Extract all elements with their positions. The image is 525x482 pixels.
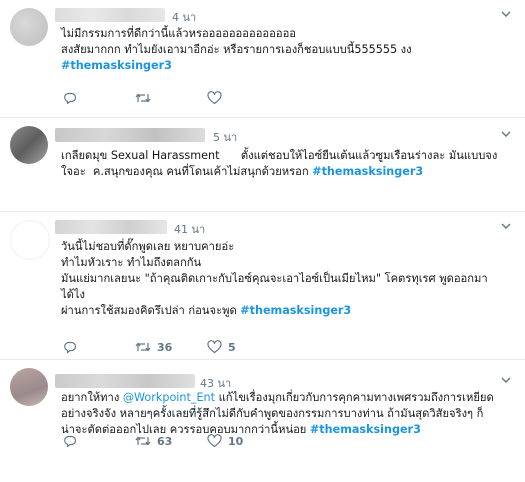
tweet-text-line: เกลียดมุข Sexual Harassment ตั้งแต่ชอบให… bbox=[61, 148, 516, 164]
reply-icon bbox=[63, 434, 77, 448]
tweet-text-line: #themasksinger3 bbox=[61, 58, 516, 74]
author-name-redacted[interactable] bbox=[55, 128, 205, 142]
tweet-text: ไม่มีกรรมการที่ดีกว่านี้แล้วหรออออออออออ… bbox=[61, 26, 516, 74]
reply-button[interactable] bbox=[63, 340, 83, 354]
tweet-timestamp[interactable]: 5 นา bbox=[213, 128, 237, 146]
reply-icon bbox=[63, 91, 77, 105]
tweet-text-segment: แก้ไขเรื่องมุกเกี่ยวกับการคุกคามทางเพศรว… bbox=[215, 391, 494, 404]
avatar[interactable] bbox=[10, 220, 50, 260]
retweet-button[interactable]: 36 bbox=[135, 340, 172, 354]
hashtag-link[interactable]: #themasksinger3 bbox=[61, 59, 172, 72]
author-name-redacted[interactable] bbox=[55, 8, 165, 22]
tweet-text-segment: มันแย่มากเลยนะ "ถ้าคุณติดเกาะกับไอซ์คุณจ… bbox=[61, 272, 488, 285]
tweet-feed: 4 นา ไม่มีกรรมการที่ดีกว่านี้แล้วหรอออออ… bbox=[0, 0, 525, 482]
avatar[interactable] bbox=[10, 8, 48, 46]
author-name-redacted[interactable] bbox=[55, 220, 167, 234]
tweet-2[interactable]: 41 นา วันนี้ไม่ชอบที่ดั๊กพูดเลย หยาบคายอ… bbox=[0, 212, 525, 360]
mention-link[interactable]: @Workpoint_Ent bbox=[123, 391, 215, 404]
tweet-text-line: ผ่านการใช้สมองคิดรึเปล่า ก่อนจะพูด #them… bbox=[61, 303, 516, 319]
tweet-text-segment: ใจอะ ค.สนุกของคุณ คนที่โดนเค้าไม่สนุกด้ว… bbox=[61, 165, 313, 178]
tweet-3[interactable]: 43 นา อยากให้ทาง @Workpoint_Ent แก้ไขเรื… bbox=[0, 360, 525, 482]
like-icon bbox=[207, 340, 222, 354]
avatar[interactable] bbox=[10, 126, 48, 164]
retweet-button[interactable]: 63 bbox=[135, 434, 172, 448]
like-button[interactable] bbox=[207, 91, 228, 105]
retweet-count: 36 bbox=[157, 340, 173, 354]
reply-icon bbox=[63, 340, 77, 354]
tweet-text-line: อยากให้ทาง @Workpoint_Ent แก้ไขเรื่องมุก… bbox=[61, 390, 516, 406]
hashtag-link[interactable]: #themasksinger3 bbox=[310, 423, 421, 436]
tweet-timestamp[interactable]: 4 นา bbox=[172, 8, 196, 26]
like-icon bbox=[207, 434, 222, 448]
retweet-count: 63 bbox=[157, 434, 173, 448]
tweet-text-segment: วันนี้ไม่ชอบที่ดั๊กพูดเลย หยาบคายอ่ะ bbox=[61, 240, 235, 253]
retweet-button[interactable] bbox=[135, 91, 157, 105]
tweet-text-line: สงสัยมากกก ทำไมยังเอามาอีกอ่ะ หรือรายการ… bbox=[61, 42, 516, 58]
retweet-icon bbox=[135, 340, 151, 354]
tweet-actions bbox=[63, 91, 323, 107]
tweet-text-segment: เกลียดมุข Sexual Harassment ตั้งแต่ชอบให… bbox=[61, 149, 498, 162]
tweet-timestamp[interactable]: 41 นา bbox=[174, 220, 205, 238]
tweet-text-segment: สงสัยมากกก ทำไมยังเอามาอีกอ่ะ หรือรายการ… bbox=[61, 43, 412, 56]
tweet-text-line: วันนี้ไม่ชอบที่ดั๊กพูดเลย หยาบคายอ่ะ bbox=[61, 239, 516, 255]
tweet-text-segment: ไม่มีกรรมการที่ดีกว่านี้แล้วหรออออออออออ… bbox=[61, 27, 297, 40]
hashtag-link[interactable]: #themasksinger3 bbox=[312, 165, 423, 178]
tweet-text: วันนี้ไม่ชอบที่ดั๊กพูดเลย หยาบคายอ่ะทำไม… bbox=[61, 239, 516, 319]
avatar[interactable] bbox=[10, 368, 48, 406]
tweet-text: เกลียดมุข Sexual Harassment ตั้งแต่ชอบให… bbox=[61, 148, 516, 180]
chevron-down-icon[interactable] bbox=[499, 128, 513, 140]
tweet-1[interactable]: 5 นา เกลียดมุข Sexual Harassment ตั้งแต่… bbox=[0, 118, 525, 212]
tweet-0[interactable]: 4 นา ไม่มีกรรมการที่ดีกว่านี้แล้วหรอออออ… bbox=[0, 0, 525, 118]
tweet-text-line: ได้ไง bbox=[61, 287, 516, 303]
like-icon bbox=[207, 91, 222, 105]
tweet-text-line: ทำไมหัวเราะ ทำไมถึงตลกกัน bbox=[61, 255, 516, 271]
tweet-text-line: อย่างจริงจัง หลายๆครั้งเลยที่รู้สึกไม่ดี… bbox=[61, 406, 516, 422]
tweet-text-segment: อยากให้ทาง bbox=[61, 391, 123, 404]
like-count: 5 bbox=[228, 340, 236, 354]
like-button[interactable]: 5 bbox=[207, 340, 236, 354]
tweet-text-segment: ได้ไง bbox=[61, 288, 85, 301]
chevron-down-icon[interactable] bbox=[499, 8, 513, 20]
reply-button[interactable] bbox=[63, 434, 83, 448]
tweet-text-line: มันแย่มากเลยนะ "ถ้าคุณติดเกาะกับไอซ์คุณจ… bbox=[61, 271, 516, 287]
chevron-down-icon[interactable] bbox=[499, 374, 513, 386]
retweet-icon bbox=[135, 91, 151, 105]
tweet-actions: 36 5 bbox=[63, 340, 323, 356]
tweet-text-segment: ผ่านการใช้สมองคิดรึเปล่า ก่อนจะพูด bbox=[61, 304, 241, 317]
tweet-text-line: ไม่มีกรรมการที่ดีกว่านี้แล้วหรออออออออออ… bbox=[61, 26, 516, 42]
reply-button[interactable] bbox=[63, 91, 83, 105]
tweet-text-segment: อย่างจริงจัง หลายๆครั้งเลยที่รู้สึกไม่ดี… bbox=[61, 407, 484, 420]
tweet-text-line: ใจอะ ค.สนุกของคุณ คนที่โดนเค้าไม่สนุกด้ว… bbox=[61, 164, 516, 180]
tweet-text-segment: ทำไมหัวเราะ ทำไมถึงตลกกัน bbox=[61, 256, 202, 269]
like-button[interactable]: 10 bbox=[207, 434, 243, 448]
tweet-text: อยากให้ทาง @Workpoint_Ent แก้ไขเรื่องมุก… bbox=[61, 390, 516, 438]
hashtag-link[interactable]: #themasksinger3 bbox=[240, 304, 351, 317]
tweet-actions: 63 10 bbox=[63, 434, 323, 450]
like-count: 10 bbox=[228, 434, 244, 448]
author-name-redacted[interactable] bbox=[55, 374, 195, 388]
chevron-down-icon[interactable] bbox=[499, 220, 513, 232]
retweet-icon bbox=[135, 434, 151, 448]
